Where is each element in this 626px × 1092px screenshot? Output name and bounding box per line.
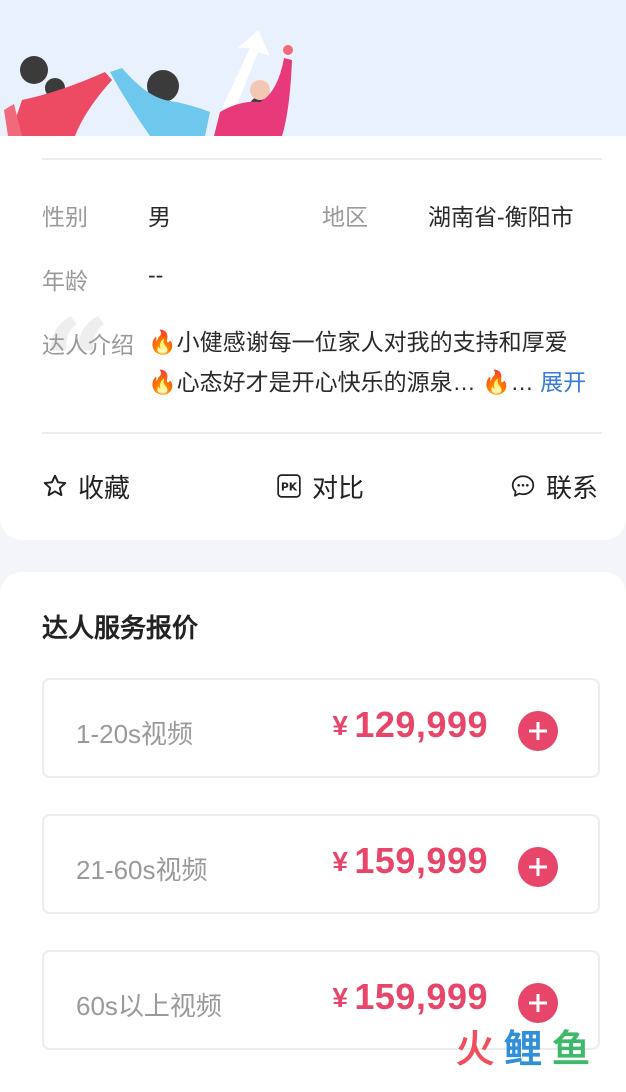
svg-text:鱼: 鱼	[552, 1027, 590, 1070]
contact-label: 联系	[546, 472, 599, 503]
intro-line-2: 🔥心态好才是开心快乐的源泉… 🔥…	[148, 369, 534, 395]
intro-label: 达人介绍	[42, 332, 134, 358]
service-name: 1-20s视频	[76, 719, 194, 749]
region-value: 湖南省-衡阳市	[428, 204, 574, 230]
profile-card: 性别 男 地区 湖南省-衡阳市 年龄 -- “ 达人介绍 🔥小健感谢每一位家人对…	[0, 136, 626, 540]
service-name: 60s以上视频	[76, 991, 222, 1021]
pk-icon: PK	[277, 474, 301, 498]
star-icon	[43, 474, 67, 497]
svg-text:PK: PK	[281, 480, 298, 493]
expand-link[interactable]: 展开	[540, 369, 586, 395]
plus-icon[interactable]	[518, 711, 558, 751]
service-price: 159,999	[354, 840, 488, 881]
service-price: 129,999	[354, 704, 488, 745]
compare-button[interactable]: PK 对比	[276, 466, 364, 506]
intro-text: 🔥小健感谢每一位家人对我的支持和厚爱 🔥心态好才是开心快乐的源泉… 🔥… 展开	[148, 322, 596, 402]
pricing-card: 达人服务报价 1-20s视频 ¥ 129,999 21-60s视频 ¥ 159,…	[0, 572, 626, 1092]
svg-text:火: 火	[456, 1027, 494, 1070]
contact-button[interactable]: 联系	[510, 466, 598, 506]
watermark-logo: 火 鲤 鱼	[456, 1027, 590, 1070]
currency-symbol: ¥	[332, 982, 348, 1013]
gender-value: 男	[148, 204, 171, 230]
currency-symbol: ¥	[332, 710, 348, 741]
compare-label: 对比	[312, 472, 365, 503]
svg-text:鲤: 鲤	[504, 1027, 542, 1070]
service-price: 159,999	[354, 976, 488, 1017]
divider	[42, 158, 602, 160]
favorite-button[interactable]: 收藏	[42, 466, 130, 506]
currency-symbol: ¥	[332, 846, 348, 877]
quote-mark-icon: “	[42, 293, 112, 434]
pricing-title: 达人服务报价	[42, 613, 199, 643]
gender-label: 性别	[42, 204, 88, 230]
divider	[42, 432, 602, 434]
hero-banner	[0, 0, 626, 136]
service-item[interactable]: 21-60s视频 ¥ 159,999	[42, 814, 600, 914]
chat-icon	[511, 475, 535, 497]
age-label: 年龄	[42, 268, 88, 294]
plus-icon[interactable]	[518, 983, 558, 1023]
intro-line-1: 🔥小健感谢每一位家人对我的支持和厚爱	[148, 329, 568, 355]
service-name: 21-60s视频	[76, 855, 208, 885]
region-label: 地区	[322, 204, 368, 230]
hero-illustration	[4, 30, 293, 136]
service-item[interactable]: 1-20s视频 ¥ 129,999	[42, 678, 600, 778]
plus-icon[interactable]	[518, 847, 558, 887]
age-value: --	[148, 262, 164, 288]
favorite-label: 收藏	[78, 472, 131, 503]
